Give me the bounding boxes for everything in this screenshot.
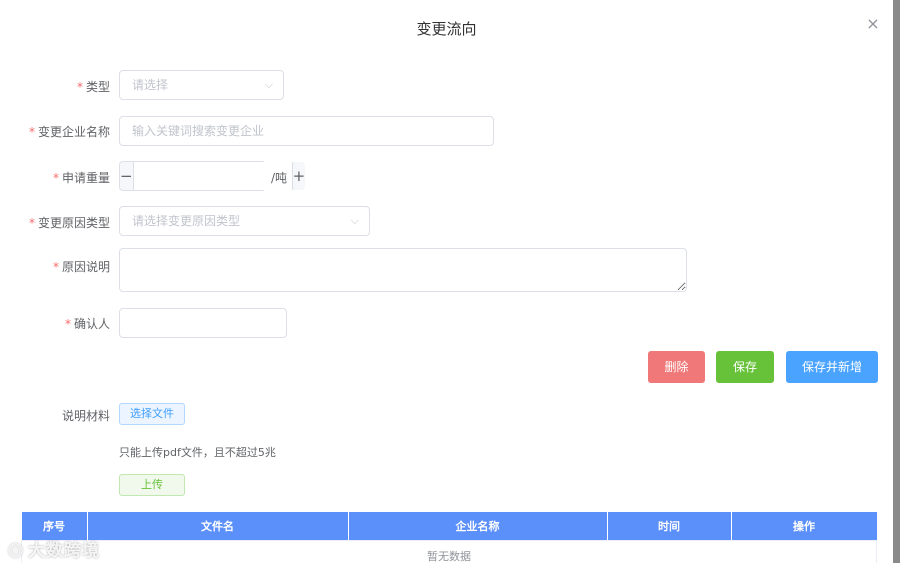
table-row: 暂无数据	[21, 540, 877, 563]
column-header-time: 时间	[607, 512, 732, 541]
close-icon[interactable]: ×	[863, 14, 883, 34]
quantity-input[interactable]	[133, 162, 292, 190]
save-button[interactable]: 保存	[716, 351, 774, 383]
choose-file-button[interactable]: 选择文件	[119, 403, 185, 425]
empty-text: 暂无数据	[21, 540, 877, 563]
company-search-input[interactable]	[119, 116, 494, 146]
files-table: 序号 文件名 企业名称 时间 操作 暂无数据	[21, 512, 877, 563]
table-header-row: 序号 文件名 企业名称 时间 操作	[21, 512, 877, 541]
quantity-stepper: − +	[119, 161, 306, 191]
page-scrollbar[interactable]	[893, 0, 900, 563]
type-select-placeholder: 请选择	[132, 78, 169, 92]
reason-type-label: * 变更原因类型	[28, 216, 110, 230]
chevron-down-icon: ⌵	[264, 78, 273, 91]
upload-hint: 只能上传pdf文件，且不超过5兆	[119, 446, 276, 459]
change-flow-dialog: 变更流向 × *类型 请选择 ⌵ *变更企业名称 *申请重量 − + /吨 *变…	[0, 0, 893, 563]
increment-button[interactable]: +	[291, 162, 306, 190]
required-mark: *	[64, 317, 71, 331]
reason-type-placeholder: 请选择变更原因类型	[132, 214, 241, 228]
column-header-actions: 操作	[731, 512, 877, 541]
confirmer-label: * 确认人	[64, 317, 110, 331]
watermark-logo-icon: ⦿	[8, 542, 25, 560]
type-select[interactable]: 请选择 ⌵	[119, 70, 284, 100]
upload-button[interactable]: 上传	[119, 474, 185, 496]
reason-type-select[interactable]: 请选择变更原因类型 ⌵	[119, 206, 370, 236]
save-and-new-button[interactable]: 保存并新增	[786, 351, 878, 383]
reason-desc-textarea[interactable]	[119, 248, 687, 292]
delete-button[interactable]: 删除	[648, 351, 705, 383]
column-header-company: 企业名称	[348, 512, 608, 541]
quantity-unit: /吨	[271, 171, 288, 185]
chevron-down-icon: ⌵	[350, 214, 359, 227]
type-label: * 类型	[76, 80, 110, 94]
required-mark: *	[52, 171, 59, 185]
required-mark: *	[52, 260, 59, 274]
dialog-title: 变更流向	[416, 20, 477, 38]
required-mark: *	[28, 125, 35, 139]
confirmer-input[interactable]	[119, 308, 287, 338]
materials-label: 说明材料	[61, 409, 110, 423]
watermark-text: 大数跨境	[28, 541, 101, 561]
reason-desc-label: * 原因说明	[52, 260, 110, 274]
required-mark: *	[76, 80, 83, 94]
quantity-label: * 申请重量	[52, 171, 110, 185]
company-label: * 变更企业名称	[28, 125, 110, 139]
column-header-filename: 文件名	[87, 512, 349, 541]
required-mark: *	[28, 216, 35, 230]
watermark: ⦿ 大数跨境	[8, 536, 100, 561]
decrement-button[interactable]: −	[120, 162, 134, 190]
